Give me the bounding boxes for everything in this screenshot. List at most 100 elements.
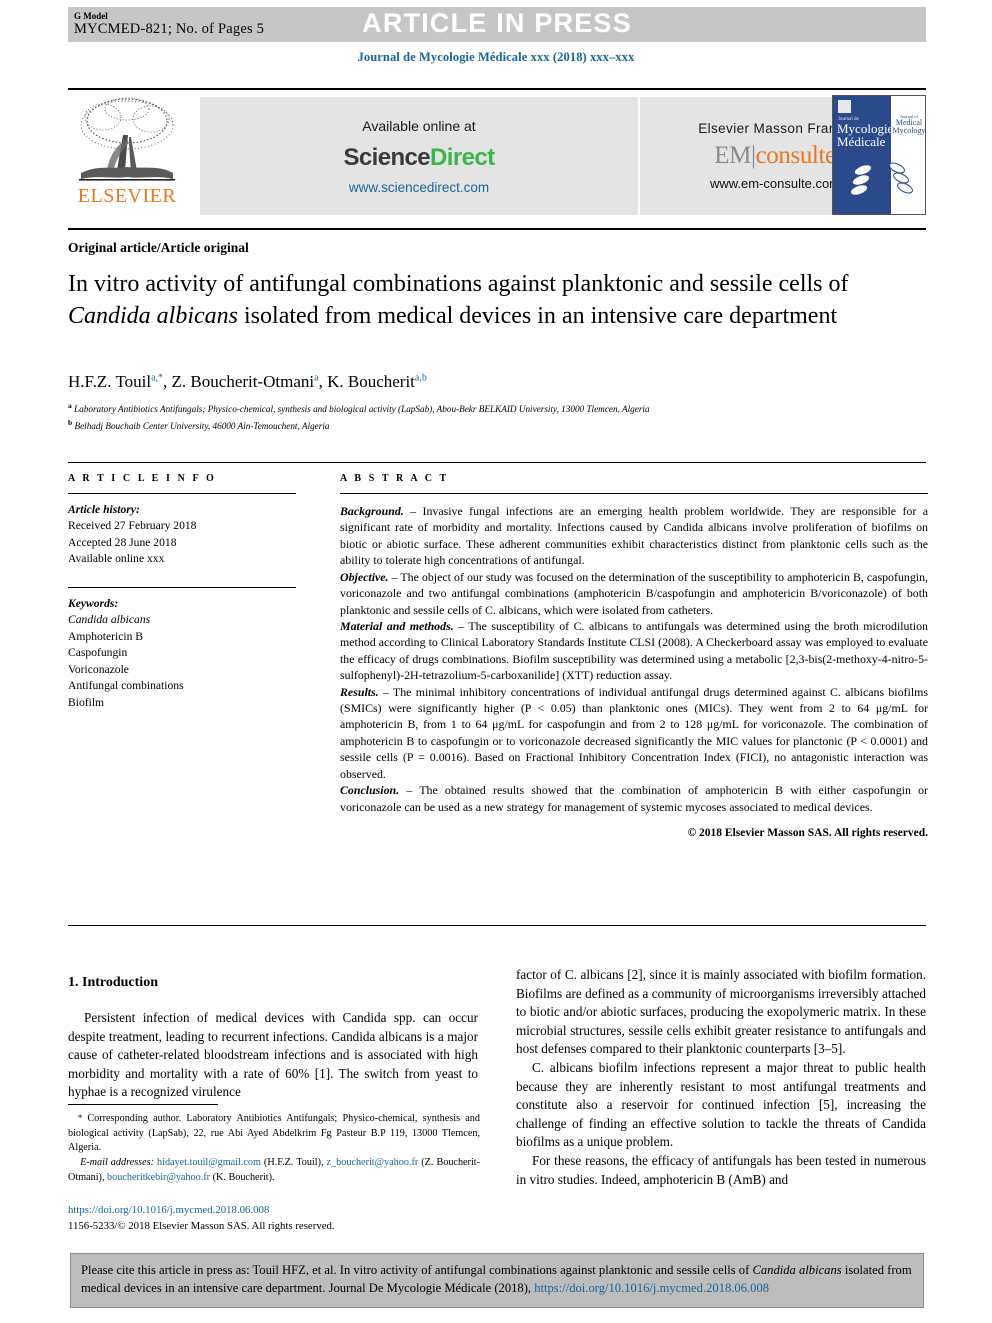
intro-paragraph-3: For these reasons, the efficacy of antif… — [516, 1153, 926, 1187]
issn-copyright-line: 1156-5233/© 2018 Elsevier Masson SAS. Al… — [68, 1219, 335, 1232]
accepted-date: Accepted 28 June 2018 — [68, 535, 177, 549]
keyword-item: Biofilm — [68, 695, 105, 709]
cover-title-line2: Médicale — [837, 134, 886, 149]
footnotes-block: * Corresponding author. Laboratory Antib… — [68, 1112, 480, 1185]
abstract-conclusion-paragraph: Conclusion. – The obtained results showe… — [340, 782, 928, 815]
abstract-section-top-rule — [68, 462, 926, 463]
abstract-methods-paragraph: Material and methods. – The susceptibili… — [340, 618, 928, 684]
affiliation-a-text: Laboratory Antibiotics Antifungals; Phys… — [74, 404, 650, 415]
article-info-rule-1 — [68, 493, 296, 494]
cover-fungus-illustration-icon — [849, 161, 913, 203]
abstract-heading: A B S T R A C T — [340, 473, 449, 484]
body-column-right: factor of C. albicans [2], since it is m… — [516, 966, 926, 1189]
author-affil-marker[interactable]: a,b — [415, 372, 427, 383]
article-info-rule-2 — [68, 586, 296, 588]
cite-doi-link[interactable]: https://doi.org/10.1016/j.mycmed.2018.06… — [534, 1281, 769, 1295]
abstract-objective-label: Objective. — [340, 569, 389, 584]
elsevier-masson-france-label: Elsevier Masson France — [698, 121, 852, 136]
sciencedirect-panel: Available online at ScienceDirect www.sc… — [200, 97, 638, 215]
abstract-body: Background. – Invasive fungal infections… — [340, 503, 928, 842]
section-heading-introduction: 1. Introduction — [68, 975, 158, 990]
email-owner-3: (K. Boucherit). — [210, 1171, 275, 1183]
keywords-label: Keywords: — [68, 596, 119, 610]
abstract-column: A B S T R A C T Background. – Invasive f… — [340, 473, 928, 842]
abstract-background-paragraph: Background. – Invasive fungal infections… — [340, 503, 928, 569]
abstract-conclusion-label: Conclusion. — [340, 783, 400, 798]
email-owner-1: (H.F.Z. Touil), — [260, 1157, 327, 1169]
page-title: In vitro activity of antifungal combinat… — [68, 269, 878, 332]
keyword-item: Amphotericin B — [68, 629, 144, 643]
corresponding-author-note: * Corresponding author. Laboratory Antib… — [68, 1112, 480, 1156]
sciencedirect-direct: Direct — [430, 143, 495, 171]
abstract-objective-paragraph: Objective. – The object of our study was… — [340, 569, 928, 618]
abstract-background-label: Background. — [340, 504, 404, 518]
sciencedirect-wordmark: ScienceDirect — [343, 143, 496, 172]
keyword-item: Antifungal combinations — [68, 679, 184, 693]
cover-subtitle-line2: Mycology — [892, 126, 926, 136]
article-in-press-banner: G Model MYCMED-821; No. of Pages 5 ARTIC… — [68, 7, 926, 42]
title-species-italic: Candida albicans — [68, 302, 239, 329]
elsevier-logo: ELSEVIER — [68, 95, 186, 215]
body-column-left: 1. Introduction Persistent infection of … — [68, 975, 478, 1102]
abstract-conclusion-text: – The obtained results showed that the c… — [340, 783, 928, 814]
journal-cover-thumbnail: Journal de Mycologie Médicale Journal of… — [832, 95, 926, 215]
masthead-top-rule — [68, 88, 926, 90]
cite-this-article-box: Please cite this article in press as: To… — [70, 1253, 924, 1308]
doi-link[interactable]: https://doi.org/10.1016/j.mycmed.2018.06… — [68, 1203, 480, 1219]
keyword-item: Caspofungin — [68, 646, 128, 660]
title-text-part2: isolated from medical devices in an inte… — [238, 302, 838, 329]
abstract-results-text: – The minimal inhibitory concentrations … — [340, 684, 928, 781]
author-affil-marker[interactable]: a,* — [151, 372, 163, 383]
elsevier-tree-icon — [79, 97, 175, 181]
emconsulte-em: EM — [714, 142, 751, 169]
keywords-block: Keywords: Candida albicans Amphotericin … — [68, 596, 300, 711]
title-text-part1: In vitro activity of antifungal combinat… — [68, 271, 849, 297]
intro-paragraph-1: Persistent infection of medical devices … — [68, 1010, 478, 1100]
email-link-2[interactable]: z_boucherit@yahoo.fr — [327, 1157, 419, 1168]
cover-emblem-icon — [838, 100, 851, 113]
abstract-results-label: Results. — [340, 684, 379, 699]
emconsulte-url-link[interactable]: www.em-consulte.com — [710, 176, 840, 191]
article-type-label: Original article/Article original — [68, 240, 249, 255]
email-link-3[interactable]: boucheritkebir@yahoo.fr — [107, 1172, 210, 1183]
article-info-heading: A R T I C L E I N F O — [68, 473, 217, 484]
keyword-item: Voriconazole — [68, 662, 129, 676]
received-date: Received 27 February 2018 — [68, 519, 197, 533]
abstract-results-paragraph: Results. – The minimal inhibitory concen… — [340, 684, 928, 783]
author-affil-marker[interactable]: a — [314, 372, 318, 383]
email-addresses-note: E-mail addresses: hidayet.touil@gmail.co… — [68, 1156, 480, 1185]
footnote-separator-rule — [68, 1104, 218, 1105]
article-page: G Model MYCMED-821; No. of Pages 5 ARTIC… — [0, 0, 992, 1323]
abstract-bottom-rule — [68, 925, 926, 926]
corresponding-author-text: Corresponding author. Laboratory Antibio… — [68, 1113, 480, 1154]
abstract-copyright: © 2018 Elsevier Masson SAS. All rights r… — [687, 827, 928, 840]
affiliation-marker-a: a — [68, 401, 72, 410]
affiliation-marker-b: b — [68, 417, 73, 427]
available-online-date: Available online xxx — [68, 552, 165, 566]
affiliation-b: b Belhadj Bouchaib Center University, 46… — [68, 417, 928, 434]
article-info-column: A R T I C L E I N F O Article history: R… — [68, 473, 300, 711]
masthead: ELSEVIER Available online at ScienceDire… — [68, 95, 926, 217]
affiliation-b-text: Belhadj Bouchaib Center University, 4600… — [74, 420, 330, 431]
elsevier-wordmark: ELSEVIER — [77, 185, 177, 207]
asterisk-icon: * — [68, 1113, 88, 1123]
sciencedirect-url-link[interactable]: www.sciencedirect.com — [349, 180, 489, 195]
abstract-objective-text: – The object of our study was focused on… — [340, 569, 928, 617]
journal-citation-line: Journal de Mycologie Médicale xxx (2018)… — [357, 50, 635, 64]
affiliations: a Laboratory Antibiotics Antifungals; Ph… — [68, 400, 928, 434]
article-in-press-title: ARTICLE IN PRESS — [362, 8, 632, 38]
email-link-1[interactable]: hidayet.touil@gmail.com — [157, 1157, 261, 1168]
available-online-label: Available online at — [362, 117, 476, 134]
sciencedirect-science: Science — [343, 143, 431, 171]
cite-species-italic: Candida albicans — [752, 1263, 842, 1277]
article-history-label: Article history: — [68, 503, 140, 516]
cite-text-before: Please cite this article in press as: To… — [81, 1263, 753, 1277]
emconsulte-wordmark: EM|consulte — [714, 142, 837, 170]
author-list: H.F.Z. Touila,*, Z. Boucherit-Otmania, K… — [68, 372, 427, 391]
intro-paragraph-2: C. albicans biofilm infections represent… — [516, 1060, 926, 1150]
keyword-item: Candida albicans — [68, 613, 151, 627]
abstract-background-text: – Invasive fungal infections are an emer… — [340, 504, 928, 568]
email-addresses-label: E-mail addresses: — [80, 1157, 155, 1169]
intro-paragraph-1-continued: factor of C. albicans [2], since it is m… — [516, 967, 926, 1057]
emconsulte-consulte: consulte — [755, 142, 837, 169]
